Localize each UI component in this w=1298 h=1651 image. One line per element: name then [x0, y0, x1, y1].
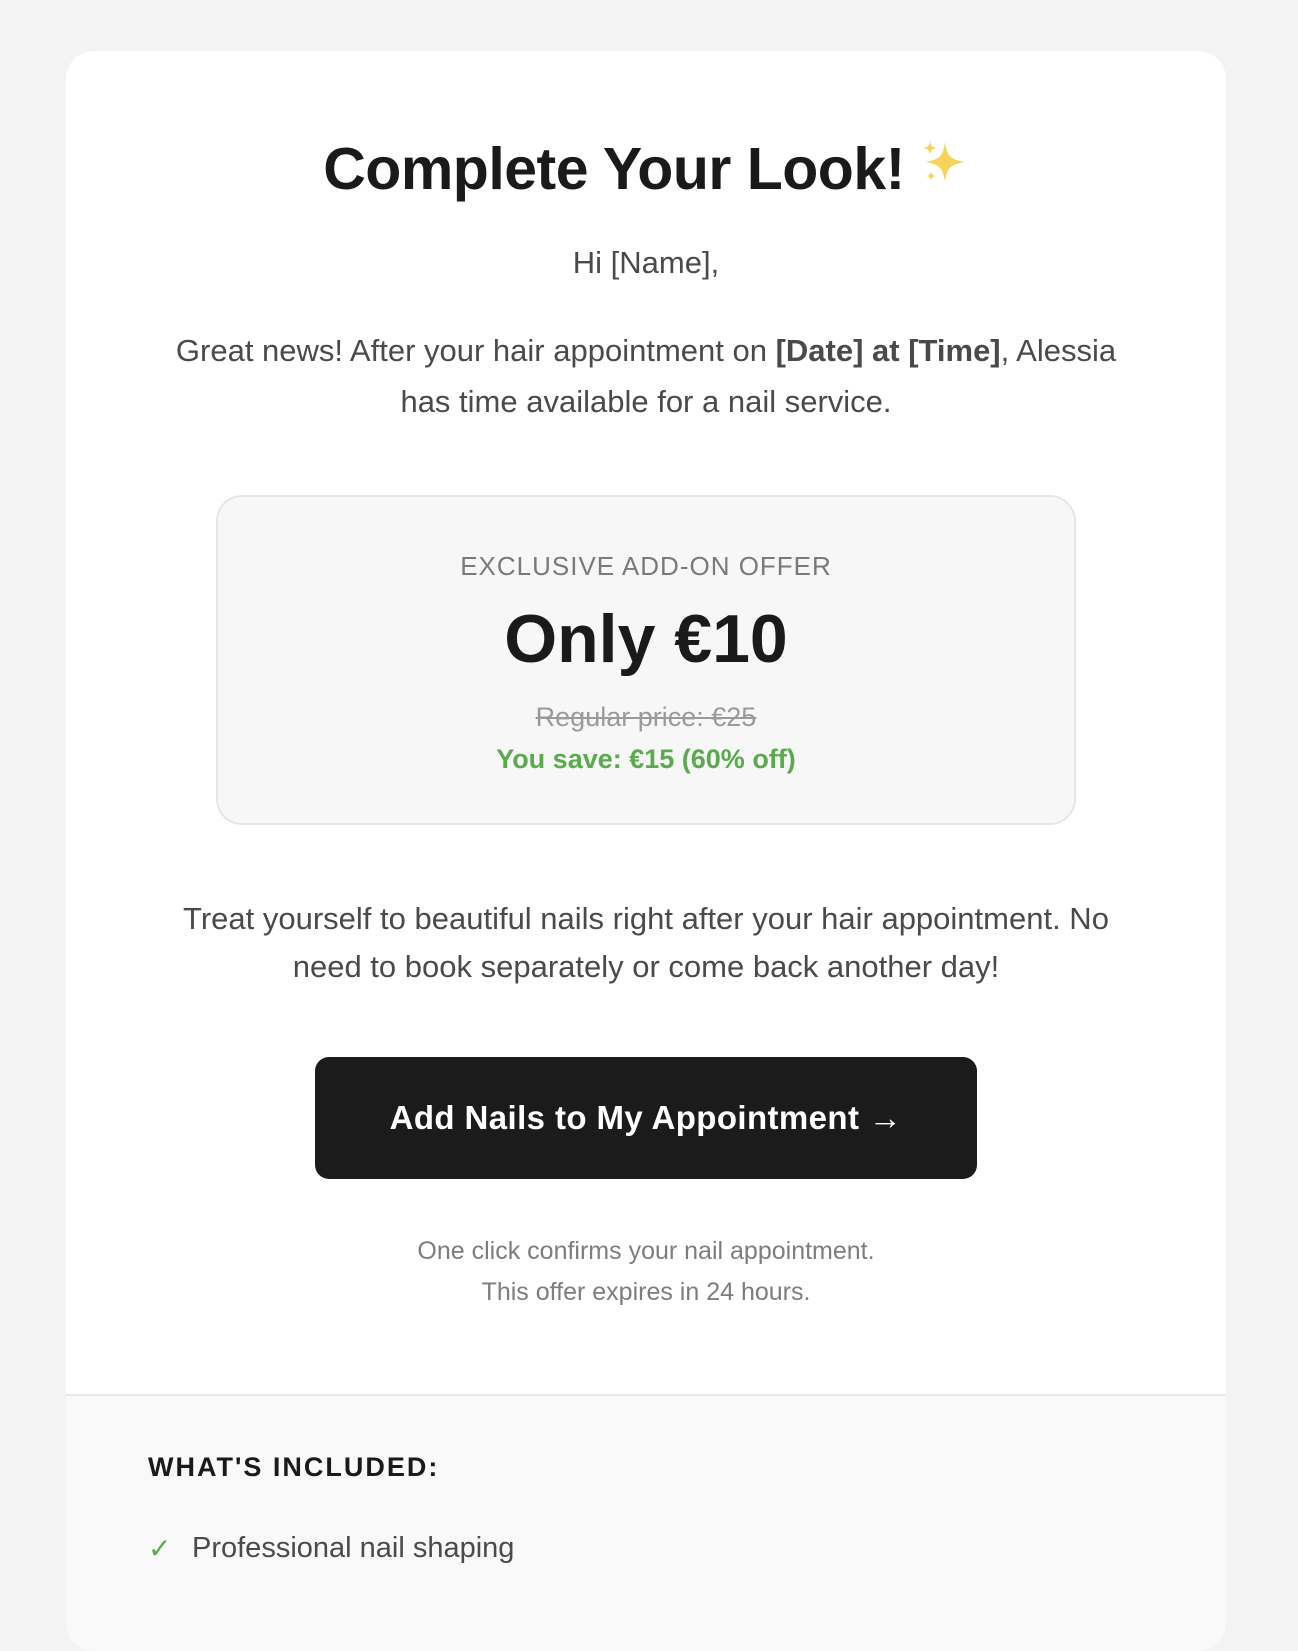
email-title-text: Complete Your Look!: [323, 136, 905, 202]
add-nails-button[interactable]: Add Nails to My Appointment →: [315, 1057, 977, 1179]
whats-included-section: WHAT'S INCLUDED: ✓ Professional nail sha…: [66, 1394, 1226, 1651]
offer-label: EXCLUSIVE ADD-ON OFFER: [460, 551, 832, 581]
appointment-datetime: [Date] at [Time]: [775, 333, 1001, 368]
savings-text: You save: €15 (60% off): [496, 744, 796, 774]
email-title: Complete Your Look!: [66, 133, 1226, 205]
intro-text-start: Great news! After your hair appointment …: [175, 333, 776, 368]
check-icon: ✓: [148, 1533, 172, 1564]
body-paragraph: Treat yourself to beautiful nails right …: [183, 901, 1109, 984]
note-line-expiry: This offer expires in 24 hours.: [481, 1278, 811, 1306]
list-item-label: Professional nail shaping: [192, 1532, 515, 1564]
regular-price: Regular price: €25: [535, 702, 757, 732]
list-item: ✓ Professional nail shaping: [148, 1532, 514, 1565]
included-title: WHAT'S INCLUDED:: [148, 1452, 440, 1482]
email-card: Complete Your Look! Hi [Name], Great new…: [66, 51, 1226, 1651]
confirmation-note: One click confirms your nail appointment…: [66, 1231, 1226, 1313]
offer-box: EXCLUSIVE ADD-ON OFFER Only €10 Regular …: [216, 495, 1076, 825]
intro-paragraph: Great news! After your hair appointment …: [151, 325, 1141, 427]
offer-price: Only €10: [504, 601, 788, 677]
sparkles-icon: [919, 132, 969, 204]
greeting-text: Hi [Name],: [572, 245, 720, 280]
email-main-section: Complete Your Look! Hi [Name], Great new…: [66, 51, 1226, 1313]
note-line-confirm: One click confirms your nail appointment…: [417, 1237, 875, 1265]
